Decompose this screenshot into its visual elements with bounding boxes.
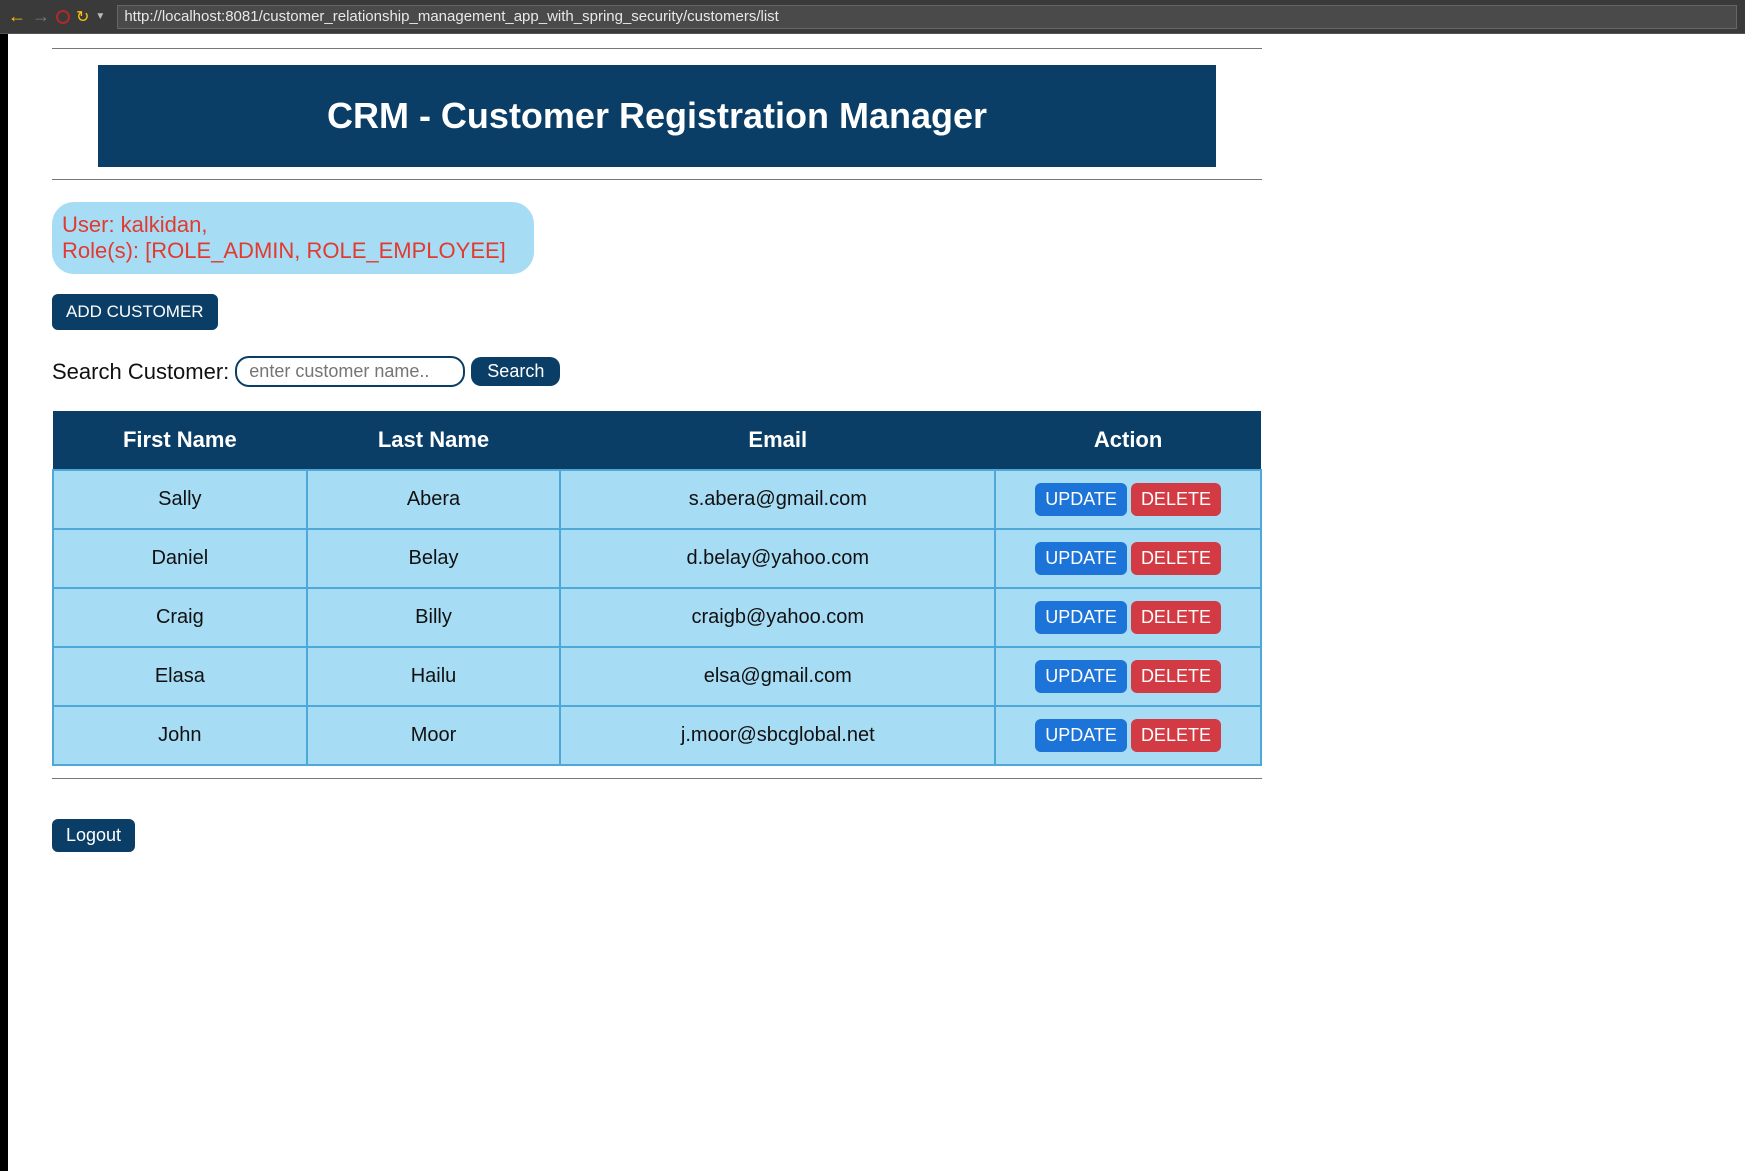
cell-email: j.moor@sbcglobal.net [560, 706, 995, 765]
divider [52, 179, 1262, 180]
cell-first-name: Sally [53, 470, 307, 529]
cell-last-name: Hailu [307, 647, 561, 706]
cell-first-name: Craig [53, 588, 307, 647]
cell-email: elsa@gmail.com [560, 647, 995, 706]
delete-button[interactable]: DELETE [1131, 601, 1221, 634]
cell-last-name: Billy [307, 588, 561, 647]
search-row: Search Customer: Search [52, 356, 1262, 387]
cell-first-name: Daniel [53, 529, 307, 588]
cell-action: UPDATEDELETE [995, 706, 1261, 765]
col-header-last-name: Last Name [307, 411, 561, 470]
table-row: JohnMoorj.moor@sbcglobal.netUPDATEDELETE [53, 706, 1261, 765]
forward-arrow-icon[interactable]: → [32, 6, 50, 27]
reload-icon[interactable]: ↻ [76, 7, 89, 27]
cell-last-name: Abera [307, 470, 561, 529]
update-button[interactable]: UPDATE [1035, 483, 1127, 516]
back-arrow-icon[interactable]: ← [8, 6, 26, 27]
cell-email: s.abera@gmail.com [560, 470, 995, 529]
cell-email: craigb@yahoo.com [560, 588, 995, 647]
customers-table: First Name Last Name Email Action SallyA… [52, 411, 1262, 766]
logout-button[interactable]: Logout [52, 819, 135, 852]
cell-action: UPDATEDELETE [995, 470, 1261, 529]
update-button[interactable]: UPDATE [1035, 542, 1127, 575]
browser-toolbar: ← → ↻ ▼ [0, 0, 1745, 34]
cell-last-name: Belay [307, 529, 561, 588]
table-row: SallyAberas.abera@gmail.comUPDATEDELETE [53, 470, 1261, 529]
cell-first-name: Elasa [53, 647, 307, 706]
table-header-row: First Name Last Name Email Action [53, 411, 1261, 470]
url-bar[interactable] [117, 5, 1737, 29]
update-button[interactable]: UPDATE [1035, 719, 1127, 752]
cell-action: UPDATEDELETE [995, 647, 1261, 706]
delete-button[interactable]: DELETE [1131, 483, 1221, 516]
cell-action: UPDATEDELETE [995, 588, 1261, 647]
divider [52, 48, 1262, 49]
table-row: CraigBillycraigb@yahoo.comUPDATEDELETE [53, 588, 1261, 647]
table-row: ElasaHailuelsa@gmail.comUPDATEDELETE [53, 647, 1261, 706]
cell-first-name: John [53, 706, 307, 765]
user-role-badge: User: kalkidan, Role(s): [ROLE_ADMIN, RO… [52, 202, 534, 274]
update-button[interactable]: UPDATE [1035, 601, 1127, 634]
page-header-banner: CRM - Customer Registration Manager [98, 65, 1216, 167]
chevron-down-icon[interactable]: ▼ [95, 11, 105, 22]
roles-line: Role(s): [ROLE_ADMIN, ROLE_EMPLOYEE] [62, 238, 506, 264]
update-button[interactable]: UPDATE [1035, 660, 1127, 693]
cell-email: d.belay@yahoo.com [560, 529, 995, 588]
cell-last-name: Moor [307, 706, 561, 765]
page-title: CRM - Customer Registration Manager [118, 95, 1196, 137]
cell-action: UPDATEDELETE [995, 529, 1261, 588]
search-label: Search Customer: [52, 359, 229, 385]
delete-button[interactable]: DELETE [1131, 542, 1221, 575]
col-header-email: Email [560, 411, 995, 470]
delete-button[interactable]: DELETE [1131, 660, 1221, 693]
stop-icon[interactable] [56, 10, 70, 24]
divider [52, 778, 1262, 779]
col-header-action: Action [995, 411, 1261, 470]
delete-button[interactable]: DELETE [1131, 719, 1221, 752]
search-input[interactable] [235, 356, 465, 387]
add-customer-button[interactable]: ADD CUSTOMER [52, 294, 218, 330]
table-row: DanielBelayd.belay@yahoo.comUPDATEDELETE [53, 529, 1261, 588]
user-line: User: kalkidan, [62, 212, 506, 238]
search-button[interactable]: Search [471, 357, 560, 386]
col-header-first-name: First Name [53, 411, 307, 470]
